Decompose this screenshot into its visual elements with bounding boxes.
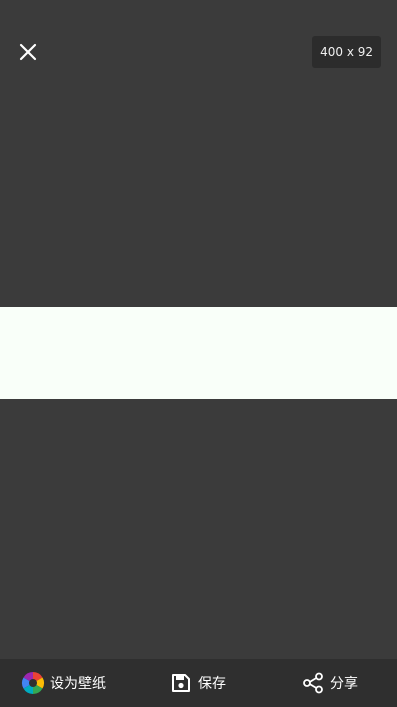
color-wheel-icon [21,671,45,695]
set-wallpaper-button[interactable]: 设为壁纸 [21,659,106,707]
save-button[interactable]: 保存 [169,659,226,707]
share-icon [301,671,325,695]
bottom-action-bar: 设为壁纸 保存 分享 [0,659,397,707]
image-viewer: 400 x 92 [0,0,397,659]
close-button[interactable] [14,38,42,66]
close-icon [19,43,37,61]
image-dimensions-text: 400 x 92 [320,45,373,59]
floppy-disk-icon [169,671,193,695]
preview-image [0,307,397,399]
image-dimensions-badge: 400 x 92 [312,36,381,68]
share-label: 分享 [330,676,358,692]
share-button[interactable]: 分享 [301,659,358,707]
save-label: 保存 [198,676,226,692]
set-wallpaper-label: 设为壁纸 [50,676,106,692]
